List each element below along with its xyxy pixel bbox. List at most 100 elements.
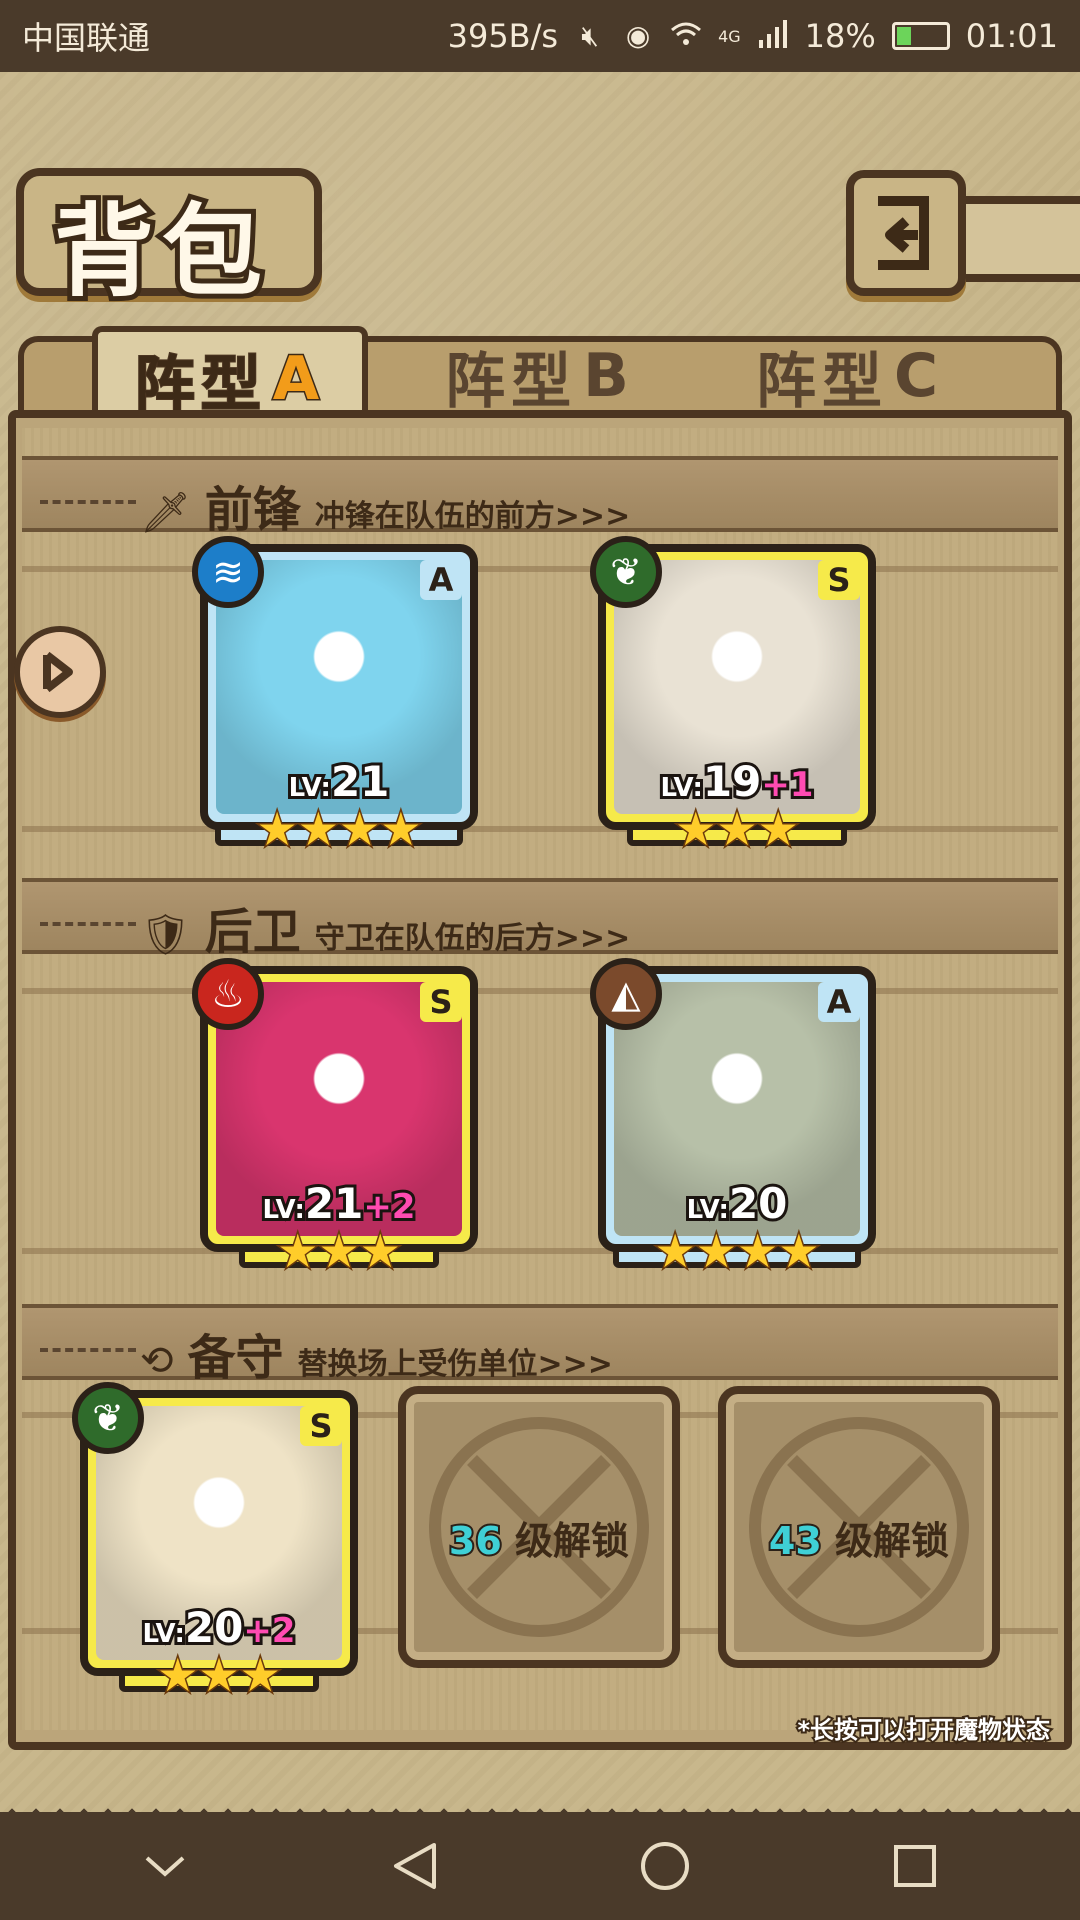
- hide-nav-button[interactable]: [125, 1826, 205, 1906]
- star-icon: ★: [276, 1223, 320, 1280]
- level-value: 20: [182, 1600, 247, 1655]
- unlock-label: 级解锁: [515, 1519, 630, 1563]
- tab-suffix: C: [893, 341, 945, 411]
- rank-badge: A: [420, 560, 462, 600]
- level-prefix: LV:: [657, 770, 705, 806]
- star-rating: ★ ★ ★: [80, 1647, 358, 1704]
- shield-icon: 🛡: [140, 912, 191, 958]
- rail: [22, 566, 1058, 572]
- level-prefix: LV:: [139, 1616, 187, 1652]
- fire-element-icon: ♨: [192, 958, 264, 1030]
- star-rating: ★ ★ ★ ★: [598, 1223, 876, 1280]
- back-button[interactable]: [846, 170, 966, 296]
- star-icon: ★: [653, 1223, 697, 1280]
- unlock-level: 43: [767, 1517, 824, 1565]
- back-nav-button[interactable]: [375, 1826, 455, 1906]
- monster-card[interactable]: S ♨ LV:21+2: [192, 958, 478, 1252]
- level-label: LV:19+1: [606, 754, 868, 809]
- section-desc: 守卫在队伍的后方>>>: [314, 921, 631, 956]
- tab-label: 阵型: [445, 346, 578, 417]
- star-icon: ★: [694, 1223, 738, 1280]
- rail: [22, 1248, 1058, 1254]
- level-value: 21: [302, 1176, 367, 1231]
- level-value: 19: [700, 754, 765, 809]
- network-type: 4G: [718, 26, 741, 46]
- star-icon: ★: [674, 801, 718, 858]
- level-bonus: +1: [758, 762, 816, 808]
- star-rating: ★ ★ ★: [598, 801, 876, 858]
- star-icon: ★: [317, 1223, 361, 1280]
- top-edge-decoration: [0, 60, 1080, 82]
- star-icon: ★: [156, 1647, 200, 1704]
- network-speed: 395B/s: [447, 17, 559, 55]
- level-label: LV:21+2: [208, 1176, 470, 1231]
- locked-slot[interactable]: 36 级解锁: [398, 1386, 680, 1668]
- long-press-hint: *长按可以打开魔物状态: [795, 1714, 1052, 1746]
- system-nav-bar: [0, 1812, 1080, 1920]
- page-title: 背包: [49, 187, 270, 315]
- wood-element-icon: ❦: [590, 536, 662, 608]
- section-name: 前锋: [204, 482, 301, 538]
- rank-badge: A: [818, 982, 860, 1022]
- mute-icon: 🔇︎: [581, 19, 599, 52]
- star-icon: ★: [255, 801, 299, 858]
- rank-badge: S: [300, 1406, 342, 1446]
- back-triangle-icon: [394, 1843, 436, 1889]
- tab-label: 阵型: [755, 346, 888, 417]
- battery-icon: [891, 22, 950, 50]
- unlock-level: 36: [447, 1517, 504, 1565]
- rank-badge: S: [818, 560, 860, 600]
- unlock-label: 级解锁: [835, 1519, 950, 1563]
- section-desc: 冲锋在队伍的前方>>>: [314, 499, 631, 534]
- star-icon: ★: [197, 1647, 241, 1704]
- monster-card[interactable]: A ≋ LV:21: [192, 536, 478, 830]
- star-icon: ★: [358, 1223, 402, 1280]
- rank-badge: S: [420, 982, 462, 1022]
- star-icon: ★: [715, 801, 759, 858]
- star-rating: ★ ★ ★: [200, 1223, 478, 1280]
- recents-square-icon: [894, 1845, 936, 1887]
- level-value: 21: [328, 754, 393, 809]
- section-reserve-title: ⟲ 备守 替换场上受伤单位>>>: [140, 1318, 613, 1388]
- swap-icon: ⟲: [140, 1338, 174, 1384]
- rail: [22, 826, 1058, 832]
- star-rating: ★ ★ ★ ★: [200, 801, 478, 858]
- monster-card[interactable]: S ❦ LV:20+2: [72, 1382, 358, 1676]
- section-desc: 替换场上受伤单位>>>: [297, 1347, 613, 1382]
- return-arrow-icon: [878, 196, 929, 270]
- tab-suffix: A: [271, 343, 326, 416]
- unlock-requirement: 36 级解锁: [406, 1510, 672, 1565]
- clock: 01:01: [965, 17, 1058, 55]
- monster-card[interactable]: S ❦ LV:19+1: [590, 536, 876, 830]
- divider: [40, 1348, 136, 1352]
- level-prefix: LV:: [684, 1192, 732, 1228]
- section-front-title: 🗡 前锋 冲锋在队伍的前方>>>: [140, 470, 630, 540]
- divider: [40, 922, 136, 926]
- level-prefix: LV:: [259, 1192, 307, 1228]
- home-nav-button[interactable]: [625, 1826, 705, 1906]
- level-prefix: LV:: [286, 770, 334, 806]
- level-label: LV:21: [208, 754, 470, 809]
- level-bonus: +2: [360, 1184, 418, 1230]
- level-label: LV:20: [606, 1176, 868, 1231]
- level-value: 20: [726, 1176, 791, 1231]
- wood-element-icon: ❦: [72, 1382, 144, 1454]
- tab-suffix: B: [583, 341, 635, 411]
- level-label: LV:20+2: [88, 1600, 350, 1655]
- side-toggle-button[interactable]: [14, 626, 106, 718]
- battery-percent: 18%: [804, 17, 876, 55]
- star-icon: ★: [379, 801, 423, 858]
- star-icon: ★: [337, 801, 381, 858]
- star-icon: ★: [777, 1223, 821, 1280]
- carrier-label: 中国联通: [22, 19, 151, 57]
- section-back-title: 🛡 后卫 守卫在队伍的后方>>>: [140, 892, 630, 962]
- back-button-tail: [960, 196, 1080, 282]
- eye-icon: ◉: [625, 19, 651, 52]
- locked-slot[interactable]: 43 级解锁: [718, 1386, 1000, 1668]
- section-name: 后卫: [204, 904, 301, 960]
- home-circle-icon: [641, 1842, 689, 1890]
- star-icon: ★: [296, 801, 340, 858]
- monster-card[interactable]: A ◭ LV:20: [590, 958, 876, 1252]
- divider: [40, 500, 136, 504]
- recents-nav-button[interactable]: [875, 1826, 955, 1906]
